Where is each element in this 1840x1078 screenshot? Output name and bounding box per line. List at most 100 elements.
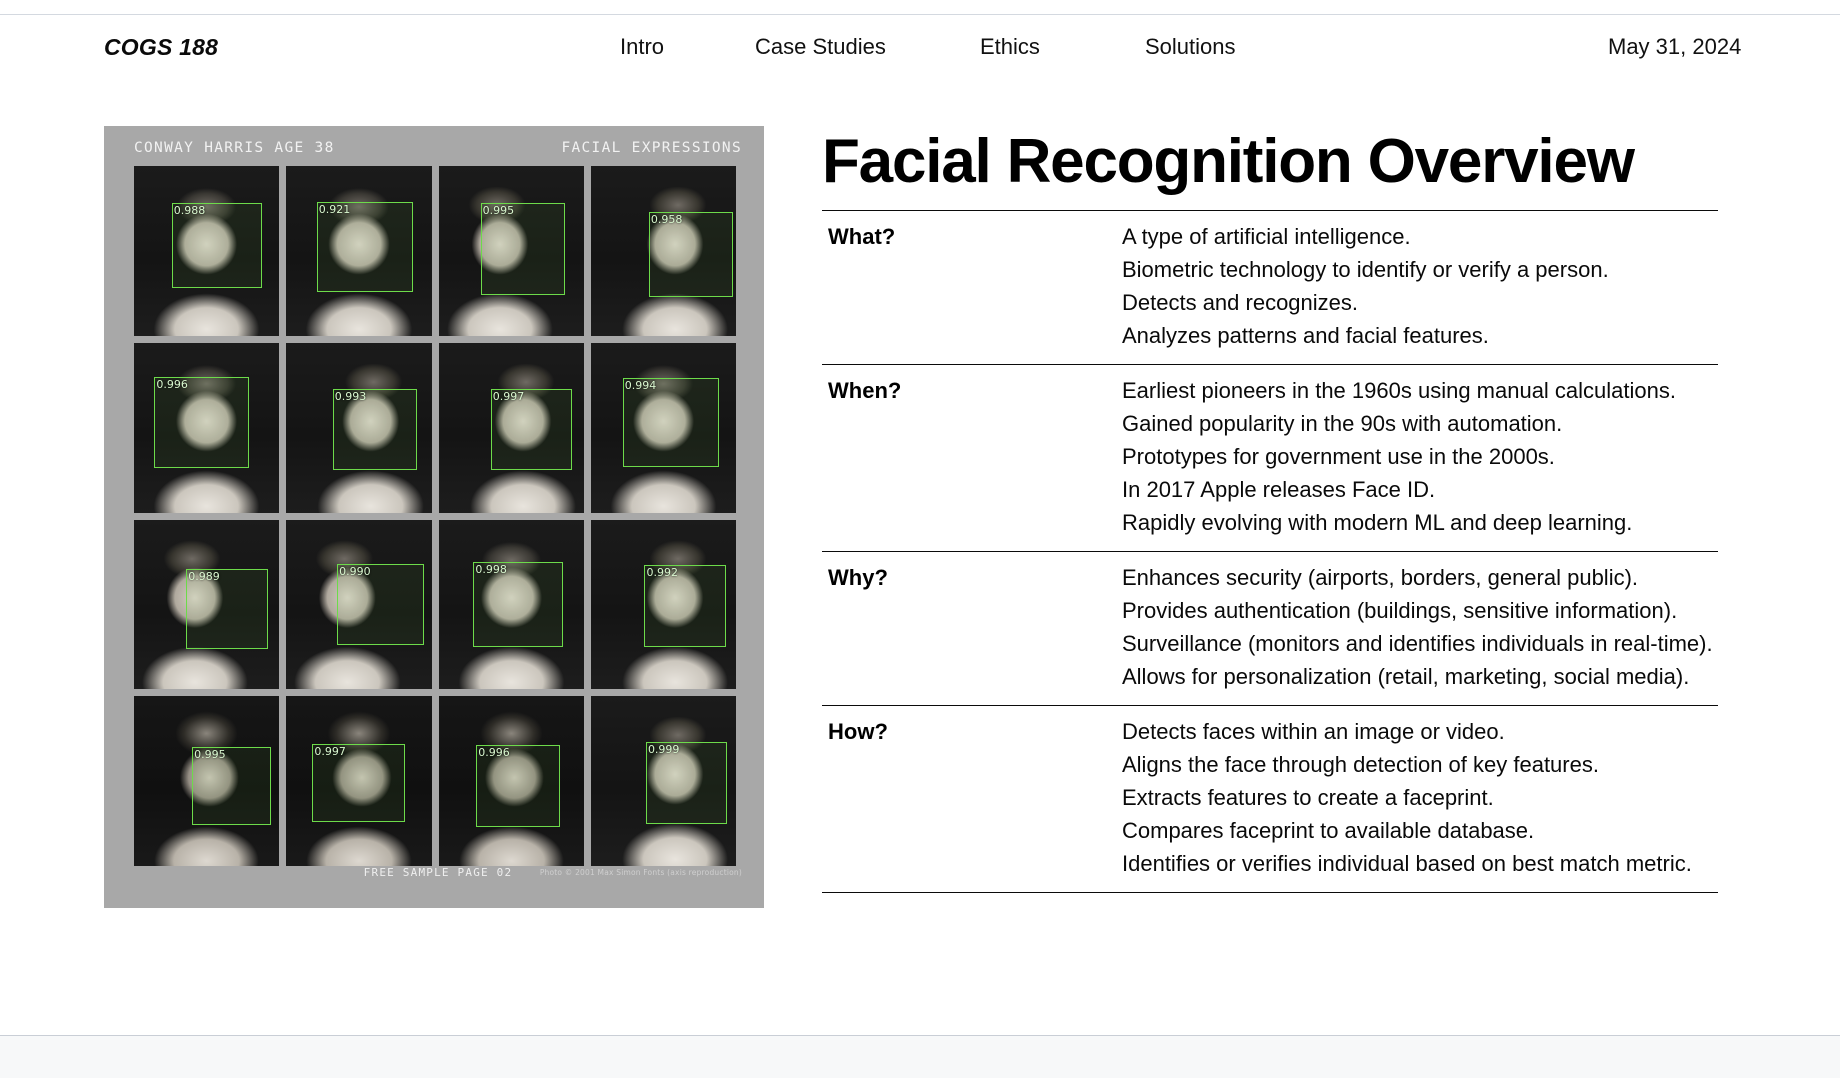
table-row-question: How? <box>828 719 888 744</box>
course-brand: COGS 188 <box>104 34 219 60</box>
figure-caption-row: CONWAY HARRIS AGE 38 FACIAL EXPRESSIONS <box>134 136 742 160</box>
face-bounding-box: 0.994 <box>622 378 719 467</box>
table-row: Why? Enhances security (airports, border… <box>822 551 1718 706</box>
detection-score: 0.996 <box>478 746 510 760</box>
list-item: Detects faces within an image or video. <box>1122 719 1505 744</box>
detection-score: 0.997 <box>314 744 346 758</box>
face-bounding-box: 0.958 <box>648 211 734 297</box>
table-row-answers: Detects faces within an image or video. … <box>1122 706 1718 893</box>
slide-header: COGS 188 Intro Case Studies Ethics Solut… <box>0 30 1840 74</box>
list-item: Prototypes for government use in the 200… <box>1122 444 1555 469</box>
table-row-answers: Earliest pioneers in the 1960s using man… <box>1122 365 1718 552</box>
face-bounding-box: 0.992 <box>644 565 726 647</box>
face-bounding-box: 0.989 <box>186 568 268 649</box>
figure-subject-caption: CONWAY HARRIS AGE 38 <box>134 140 335 156</box>
page-title: Facial Recognition Overview <box>822 127 1635 196</box>
list-item: Gained popularity in the 90s with automa… <box>1122 411 1563 436</box>
facial-expressions-figure: CONWAY HARRIS AGE 38 FACIAL EXPRESSIONS … <box>104 126 764 908</box>
list-item: A type of artificial intelligence. <box>1122 224 1411 249</box>
face-bounding-box: 0.995 <box>192 747 271 826</box>
face-cell: 0.998 <box>438 519 584 690</box>
face-cell: 0.995 <box>134 696 280 866</box>
detection-score: 0.989 <box>188 569 220 583</box>
list-item: Earliest pioneers in the 1960s using man… <box>1122 378 1676 403</box>
face-bounding-box: 0.990 <box>337 563 425 646</box>
face-cell: 0.996 <box>438 696 584 866</box>
list-item: Detects and recognizes. <box>1122 290 1359 315</box>
face-bounding-box: 0.995 <box>480 203 565 295</box>
detection-score: 0.995 <box>482 204 515 218</box>
face-cell: 0.994 <box>590 342 736 513</box>
face-cell: 0.999 <box>590 696 736 866</box>
nav-item-solutions[interactable]: Solutions <box>1145 30 1285 64</box>
nav-item-intro[interactable]: Intro <box>620 30 755 64</box>
face-cell: 0.993 <box>286 342 432 513</box>
slide-date: May 31, 2024 <box>1608 34 1742 59</box>
list-item: Compares faceprint to available database… <box>1122 818 1535 843</box>
face-bounding-box: 0.997 <box>312 743 406 822</box>
face-cell: 0.990 <box>286 519 432 690</box>
list-item: Identifies or verifies individual based … <box>1122 851 1692 876</box>
detection-score: 0.988 <box>173 204 206 218</box>
detection-score: 0.998 <box>475 562 507 576</box>
face-bounding-box: 0.997 <box>490 388 573 471</box>
nav-item-case-studies[interactable]: Case Studies <box>755 30 980 64</box>
face-cell: 0.997 <box>438 342 584 513</box>
detection-score: 0.995 <box>194 748 226 762</box>
figure-footer: FREE SAMPLE PAGE 02 Photo © 2001 Max Sim… <box>134 866 742 882</box>
list-item: Extracts features to create a faceprint. <box>1122 785 1494 810</box>
detection-score: 0.992 <box>646 566 678 580</box>
detection-score: 0.958 <box>650 212 683 226</box>
slide-nav: Intro Case Studies Ethics Solutions <box>620 30 1285 64</box>
top-divider <box>0 14 1840 15</box>
detection-score: 0.921 <box>318 202 351 216</box>
figure-copyright: Photo © 2001 Max Simon Fonts (axis repro… <box>539 868 742 877</box>
table-row-answers: Enhances security (airports, borders, ge… <box>1122 552 1718 706</box>
detection-score: 0.993 <box>334 389 367 403</box>
face-cell: 0.997 <box>286 696 432 866</box>
list-item: In 2017 Apple releases Face ID. <box>1122 477 1436 502</box>
list-item: Analyzes patterns and facial features. <box>1122 323 1489 348</box>
face-cell: 0.992 <box>590 519 736 690</box>
footer-band <box>0 1036 1840 1078</box>
list-item: Biometric technology to identify or veri… <box>1122 257 1609 282</box>
face-bounding-box: 0.988 <box>171 203 262 289</box>
figure-sample-label: FREE SAMPLE PAGE 02 <box>363 866 513 879</box>
face-cell: 0.996 <box>134 342 280 513</box>
face-bounding-box: 0.998 <box>473 561 564 647</box>
face-bounding-box: 0.996 <box>476 745 561 827</box>
table-row-question: What? <box>828 224 896 249</box>
face-bounding-box: 0.993 <box>332 388 417 471</box>
face-cell: 0.958 <box>590 166 736 336</box>
figure-type-caption: FACIAL EXPRESSIONS <box>561 140 742 156</box>
list-item: Allows for personalization (retail, mark… <box>1122 664 1690 689</box>
face-detection-grid: 0.988 0.921 0.995 0.958 0.996 0.993 0.99… <box>134 166 736 866</box>
nav-item-ethics[interactable]: Ethics <box>980 30 1145 64</box>
table-row: What? A type of artificial intelligence.… <box>822 210 1718 365</box>
face-bounding-box: 0.996 <box>154 376 249 469</box>
list-item: Provides authentication (buildings, sens… <box>1122 598 1678 623</box>
table-row-answers: A type of artificial intelligence. Biome… <box>1122 211 1718 365</box>
list-item: Surveillance (monitors and identifies in… <box>1122 631 1713 656</box>
table-row-question: When? <box>828 378 902 403</box>
list-item: Aligns the face through detection of key… <box>1122 752 1599 777</box>
detection-score: 0.994 <box>624 379 657 393</box>
detection-score: 0.996 <box>156 377 188 391</box>
face-bounding-box: 0.921 <box>316 201 413 292</box>
slide-content: Facial Recognition Overview What? A type… <box>822 126 1718 893</box>
slide-frame: COGS 188 Intro Case Studies Ethics Solut… <box>0 0 1840 1078</box>
detection-score: 0.990 <box>339 564 371 578</box>
face-cell: 0.989 <box>134 519 280 690</box>
table-row: How? Detects faces within an image or vi… <box>822 705 1718 893</box>
table-row-question: Why? <box>828 565 888 590</box>
overview-table: What? A type of artificial intelligence.… <box>822 210 1718 893</box>
face-cell: 0.995 <box>438 166 584 336</box>
table-row: When? Earliest pioneers in the 1960s usi… <box>822 364 1718 552</box>
face-cell: 0.988 <box>134 166 280 336</box>
detection-score: 0.999 <box>647 743 680 757</box>
face-bounding-box: 0.999 <box>645 742 728 824</box>
list-item: Rapidly evolving with modern ML and deep… <box>1122 510 1633 535</box>
detection-score: 0.997 <box>492 389 525 403</box>
list-item: Enhances security (airports, borders, ge… <box>1122 565 1639 590</box>
face-cell: 0.921 <box>286 166 432 336</box>
